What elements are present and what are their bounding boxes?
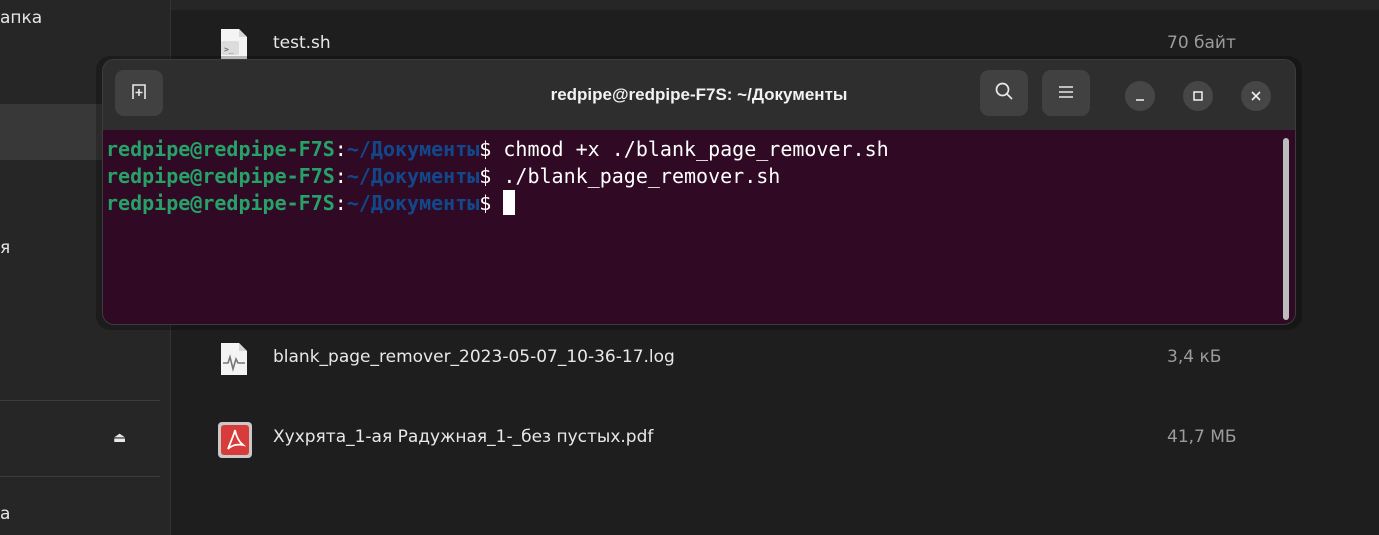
terminal-scrollbar[interactable] xyxy=(1283,138,1289,320)
prompt-sign: $ xyxy=(479,137,492,161)
maximize-button[interactable] xyxy=(1183,81,1213,111)
sidebar-divider xyxy=(0,400,160,401)
prompt-sign: $ xyxy=(479,191,492,215)
prompt-user: redpipe@redpipe-F7S xyxy=(106,164,335,188)
minimize-button[interactable] xyxy=(1125,81,1155,111)
terminal-line: redpipe@redpipe-F7S:~/Документы$ chmod +… xyxy=(106,136,1295,163)
hamburger-menu-icon xyxy=(1058,84,1074,103)
terminal-line: redpipe@redpipe-F7S:~/Документы$ xyxy=(106,190,1295,217)
file-size: 41,7 МБ xyxy=(1167,427,1237,447)
terminal-window[interactable]: redpipe@redpipe-F7S: ~/Документы redpipe… xyxy=(103,60,1295,324)
log-file-icon xyxy=(217,341,251,377)
prompt-user: redpipe@redpipe-F7S xyxy=(106,191,335,215)
terminal-title: redpipe@redpipe-F7S: ~/Документы xyxy=(550,85,848,104)
prompt-path: ~/Документы xyxy=(346,137,480,161)
command-text: ./blank_page_remover.sh xyxy=(491,164,781,188)
search-icon xyxy=(994,81,1014,105)
file-manager-header-edge xyxy=(171,0,1379,10)
text-cursor xyxy=(503,190,516,215)
menu-button[interactable] xyxy=(1042,70,1090,116)
terminal-line: redpipe@redpipe-F7S:~/Документы$ ./blank… xyxy=(106,163,1295,190)
terminal-output[interactable]: redpipe@redpipe-F7S:~/Документы$ chmod +… xyxy=(103,130,1295,324)
sidebar-item-label[interactable]: я xyxy=(0,238,10,258)
file-size: 70 байт xyxy=(1167,33,1236,53)
command-text: chmod +x ./blank_page_remover.sh xyxy=(491,137,889,161)
pdf-file-icon xyxy=(217,421,252,458)
file-name: Хухрята_1-ая Радужная_1-_без пустых.pdf xyxy=(273,427,654,447)
sidebar-item-label[interactable]: апка xyxy=(0,8,42,28)
prompt-colon: : xyxy=(334,164,347,188)
list-item[interactable]: blank_page_remover_2023-05-07_10-36-17.l… xyxy=(171,333,1379,385)
prompt-sign: $ xyxy=(479,164,492,188)
maximize-icon xyxy=(1192,87,1204,106)
minimize-icon xyxy=(1134,87,1146,106)
close-button[interactable] xyxy=(1241,81,1271,111)
command-text xyxy=(491,191,503,215)
file-size: 3,4 кБ xyxy=(1167,347,1222,367)
svg-text:>_: >_ xyxy=(224,45,234,54)
search-button[interactable] xyxy=(980,70,1028,116)
terminal-header-bar[interactable]: redpipe@redpipe-F7S: ~/Документы xyxy=(103,60,1295,130)
prompt-colon: : xyxy=(334,191,347,215)
sidebar-divider xyxy=(0,476,160,477)
file-name: blank_page_remover_2023-05-07_10-36-17.l… xyxy=(273,347,675,367)
prompt-user: redpipe@redpipe-F7S xyxy=(106,137,335,161)
list-item[interactable]: Хухрята_1-ая Радужная_1-_без пустых.pdf … xyxy=(171,413,1379,465)
file-name: test.sh xyxy=(273,33,331,53)
prompt-path: ~/Документы xyxy=(346,164,480,188)
close-icon xyxy=(1250,87,1262,106)
prompt-colon: : xyxy=(334,137,347,161)
sidebar-item-label[interactable]: а xyxy=(0,504,10,524)
eject-icon[interactable]: ⏏ xyxy=(113,430,126,446)
prompt-path: ~/Документы xyxy=(346,191,480,215)
